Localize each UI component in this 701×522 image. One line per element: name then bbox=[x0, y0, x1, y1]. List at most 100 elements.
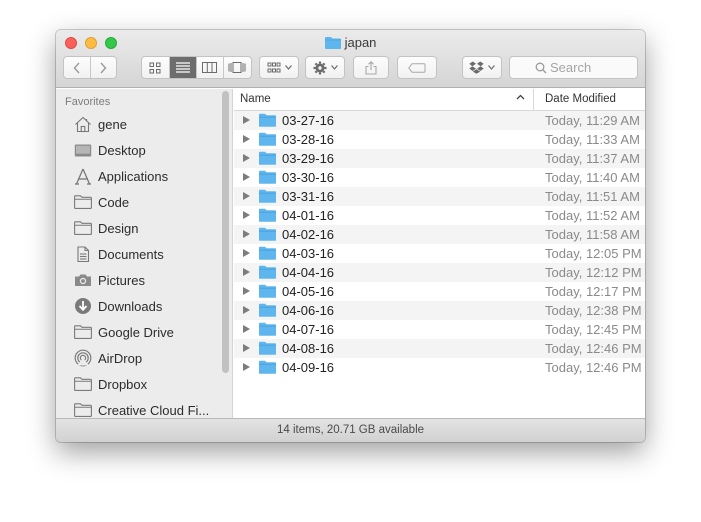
table-row[interactable]: 03-29-16 Today, 11:37 AM bbox=[234, 149, 645, 168]
disclosure-triangle-icon[interactable] bbox=[243, 287, 250, 295]
folder-icon bbox=[259, 151, 276, 168]
file-date: Today, 11:58 AM bbox=[545, 227, 640, 242]
folder-icon bbox=[259, 360, 276, 377]
disclosure-triangle-icon[interactable] bbox=[243, 249, 250, 257]
folder-icon bbox=[73, 323, 93, 341]
sidebar-item-design[interactable]: Design bbox=[73, 216, 138, 240]
grid-icon bbox=[149, 62, 161, 73]
file-name: 04-08-16 bbox=[282, 341, 335, 356]
file-date: Today, 12:38 PM bbox=[545, 303, 642, 318]
forward-button[interactable] bbox=[91, 57, 117, 78]
icon-view-button[interactable] bbox=[142, 57, 170, 78]
column-view-button[interactable] bbox=[197, 57, 224, 78]
share-button[interactable] bbox=[353, 56, 389, 79]
file-name: 04-04-16 bbox=[282, 265, 335, 280]
column-divider[interactable] bbox=[533, 89, 534, 111]
folder-icon bbox=[259, 284, 276, 301]
back-button[interactable] bbox=[64, 57, 91, 78]
action-button[interactable] bbox=[305, 56, 345, 79]
arrange-button[interactable] bbox=[259, 56, 299, 79]
sidebar-item-pictures[interactable]: Pictures bbox=[73, 268, 145, 292]
file-date: Today, 12:05 PM bbox=[545, 246, 642, 261]
column-header: Name Date Modified bbox=[234, 89, 645, 111]
file-name: 04-06-16 bbox=[282, 303, 335, 318]
date-column-header[interactable]: Date Modified bbox=[545, 93, 616, 105]
table-row[interactable]: 04-03-16 Today, 12:05 PM bbox=[234, 244, 645, 263]
airdrop-icon bbox=[73, 349, 93, 367]
folder-icon bbox=[324, 36, 341, 52]
table-row[interactable]: 04-01-16 Today, 11:52 AM bbox=[234, 206, 645, 225]
disclosure-triangle-icon[interactable] bbox=[243, 268, 250, 276]
sidebar-item-creative-cloud[interactable]: Creative Cloud Fi... bbox=[73, 398, 209, 418]
sidebar-item-label: Design bbox=[98, 220, 139, 236]
disclosure-triangle-icon[interactable] bbox=[243, 306, 250, 314]
sidebar-item-applications[interactable]: Applications bbox=[73, 164, 168, 188]
file-list: Name Date Modified 03-27-16 Today, 11:29 … bbox=[234, 89, 645, 418]
folder-icon bbox=[259, 341, 276, 358]
sidebar-item-airdrop[interactable]: AirDrop bbox=[73, 346, 142, 370]
table-row[interactable]: 04-04-16 Today, 12:12 PM bbox=[234, 263, 645, 282]
folder-icon bbox=[259, 227, 276, 244]
sidebar-item-label: Creative Cloud Fi... bbox=[98, 402, 210, 418]
table-row[interactable]: 04-05-16 Today, 12:17 PM bbox=[234, 282, 645, 301]
sidebar-item-label: gene bbox=[98, 116, 127, 132]
table-row[interactable]: 04-08-16 Today, 12:46 PM bbox=[234, 339, 645, 358]
sidebar-item-label: Dropbox bbox=[98, 376, 148, 392]
table-row[interactable]: 03-28-16 Today, 11:33 AM bbox=[234, 130, 645, 149]
sidebar-item-label: AirDrop bbox=[98, 350, 143, 366]
folder-icon bbox=[259, 322, 276, 339]
folder-icon bbox=[73, 193, 93, 211]
disclosure-triangle-icon[interactable] bbox=[243, 135, 250, 143]
disclosure-triangle-icon[interactable] bbox=[243, 230, 250, 238]
file-name: 04-09-16 bbox=[282, 360, 335, 375]
sidebar-item-downloads[interactable]: Downloads bbox=[73, 294, 162, 318]
disclosure-triangle-icon[interactable] bbox=[243, 344, 250, 352]
disclosure-triangle-icon[interactable] bbox=[243, 173, 250, 181]
file-date: Today, 11:37 AM bbox=[545, 151, 640, 166]
folder-icon bbox=[259, 170, 276, 187]
table-row[interactable]: 03-27-16 Today, 11:29 AM bbox=[234, 111, 645, 130]
list-view-button[interactable] bbox=[169, 57, 197, 78]
disclosure-triangle-icon[interactable] bbox=[243, 325, 250, 333]
sidebar-item-documents[interactable]: Documents bbox=[73, 242, 164, 266]
file-name: 04-02-16 bbox=[282, 227, 335, 242]
table-row[interactable]: 04-02-16 Today, 11:58 AM bbox=[234, 225, 645, 244]
table-row[interactable]: 04-06-16 Today, 12:38 PM bbox=[234, 301, 645, 320]
search-field[interactable]: Search bbox=[509, 56, 638, 79]
table-row[interactable]: 04-09-16 Today, 12:46 PM bbox=[234, 358, 645, 377]
sidebar-item-google-drive[interactable]: Google Drive bbox=[73, 320, 174, 344]
disclosure-triangle-icon[interactable] bbox=[243, 211, 250, 219]
dropbox-button[interactable] bbox=[462, 56, 502, 79]
sidebar-item-dropbox[interactable]: Dropbox bbox=[73, 372, 147, 396]
sidebar-item-gene[interactable]: gene bbox=[73, 112, 127, 136]
cover-flow-button[interactable] bbox=[224, 57, 251, 78]
home-icon bbox=[73, 115, 93, 133]
sidebar-item-code[interactable]: Code bbox=[73, 190, 129, 214]
folder-icon bbox=[259, 303, 276, 320]
tags-button[interactable] bbox=[397, 56, 437, 79]
list-icon bbox=[175, 62, 190, 73]
tag-icon bbox=[408, 62, 426, 73]
table-row[interactable]: 04-07-16 Today, 12:45 PM bbox=[234, 320, 645, 339]
camera-icon bbox=[73, 271, 93, 289]
sidebar-item-desktop[interactable]: Desktop bbox=[73, 138, 146, 162]
name-column-header[interactable]: Name bbox=[240, 93, 271, 105]
status-bar: 14 items, 20.71 GB available bbox=[56, 418, 645, 442]
file-date: Today, 11:29 AM bbox=[545, 113, 640, 128]
folder-icon bbox=[259, 246, 276, 263]
file-name: 03-28-16 bbox=[282, 132, 335, 147]
disclosure-triangle-icon[interactable] bbox=[243, 154, 250, 162]
chevron-down-icon bbox=[330, 65, 338, 70]
table-row[interactable]: 03-31-16 Today, 11:51 AM bbox=[234, 187, 645, 206]
file-name: 03-31-16 bbox=[282, 189, 335, 204]
disclosure-triangle-icon[interactable] bbox=[243, 116, 250, 124]
sidebar-item-label: Downloads bbox=[98, 298, 163, 314]
file-date: Today, 11:40 AM bbox=[545, 170, 640, 185]
cover-flow-icon bbox=[228, 62, 246, 73]
chevron-left-icon bbox=[73, 62, 80, 73]
disclosure-triangle-icon[interactable] bbox=[243, 363, 250, 371]
sidebar-scrollbar[interactable] bbox=[222, 91, 229, 373]
disclosure-triangle-icon[interactable] bbox=[243, 192, 250, 200]
search-icon bbox=[535, 62, 547, 74]
table-row[interactable]: 03-30-16 Today, 11:40 AM bbox=[234, 168, 645, 187]
